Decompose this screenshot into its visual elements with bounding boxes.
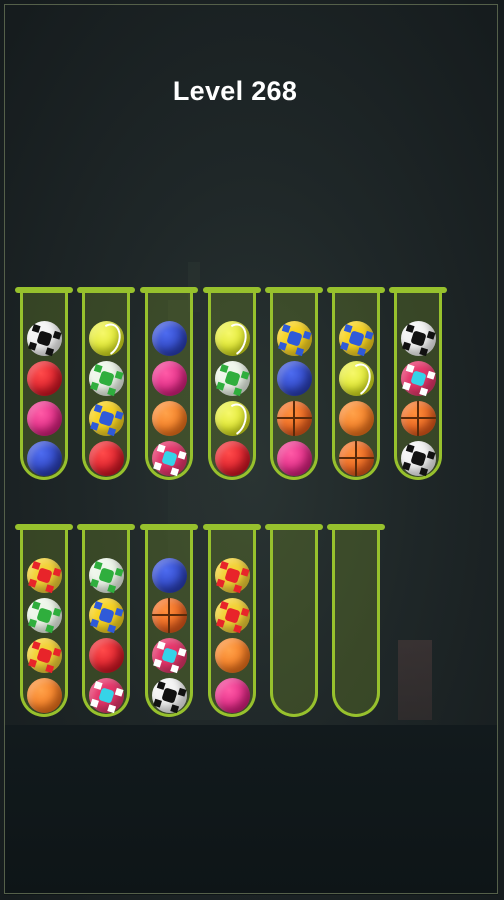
ball-soccer-green — [89, 361, 124, 396]
tube-8[interactable] — [15, 524, 73, 717]
ball-basket — [401, 401, 436, 436]
ball-blue — [27, 441, 62, 476]
ball-red — [89, 441, 124, 476]
ball-orange — [27, 678, 62, 713]
tube-1[interactable] — [15, 287, 73, 480]
ball-soccer-red — [27, 558, 62, 593]
ball-orange — [339, 401, 374, 436]
ball-pink — [152, 361, 187, 396]
ball-soccer-green — [215, 361, 250, 396]
ball-pink — [27, 401, 62, 436]
tube-9[interactable] — [77, 524, 135, 717]
ball-blue — [152, 558, 187, 593]
ball-soccer-cyan — [152, 441, 187, 476]
ball-tennis — [89, 321, 124, 356]
ball-basket — [339, 441, 374, 476]
ball-soccer-yellow — [89, 598, 124, 633]
tube-2[interactable] — [77, 287, 135, 480]
ball-red — [27, 361, 62, 396]
tube-7[interactable] — [389, 287, 447, 480]
ball-tennis — [339, 361, 374, 396]
ball-blue — [277, 361, 312, 396]
tube-12[interactable] — [265, 524, 323, 717]
ball-soccer-white — [401, 441, 436, 476]
ball-basket — [277, 401, 312, 436]
ball-orange — [215, 638, 250, 673]
ball-soccer-cyan — [401, 361, 436, 396]
ball-soccer-cyan — [89, 678, 124, 713]
ball-soccer-green — [27, 598, 62, 633]
tube-10[interactable] — [140, 524, 198, 717]
ball-soccer-green — [89, 558, 124, 593]
ball-soccer-yellow — [277, 321, 312, 356]
ball-soccer-red — [215, 598, 250, 633]
ball-soccer-red — [27, 638, 62, 673]
ball-blue — [152, 321, 187, 356]
ball-soccer-red — [215, 558, 250, 593]
tube-5[interactable] — [265, 287, 323, 480]
tube-4[interactable] — [203, 287, 261, 480]
ball-soccer-yellow — [89, 401, 124, 436]
level-title: Level 268 — [172, 76, 298, 106]
ball-pink — [277, 441, 312, 476]
ball-soccer-cyan — [152, 638, 187, 673]
ball-soccer-yellow — [339, 321, 374, 356]
ball-red — [215, 441, 250, 476]
ball-soccer-white — [401, 321, 436, 356]
ball-tennis — [215, 321, 250, 356]
ball-soccer-white — [27, 321, 62, 356]
ball-soccer-white — [152, 678, 187, 713]
ball-basket — [152, 598, 187, 633]
tube-3[interactable] — [140, 287, 198, 480]
tube-6[interactable] — [327, 287, 385, 480]
ball-red — [89, 638, 124, 673]
tube-11[interactable] — [203, 524, 261, 717]
ball-pink — [215, 678, 250, 713]
game-screen: Level 268 — [0, 0, 504, 900]
ball-orange — [152, 401, 187, 436]
tube-13[interactable] — [327, 524, 385, 717]
ball-tennis — [215, 401, 250, 436]
